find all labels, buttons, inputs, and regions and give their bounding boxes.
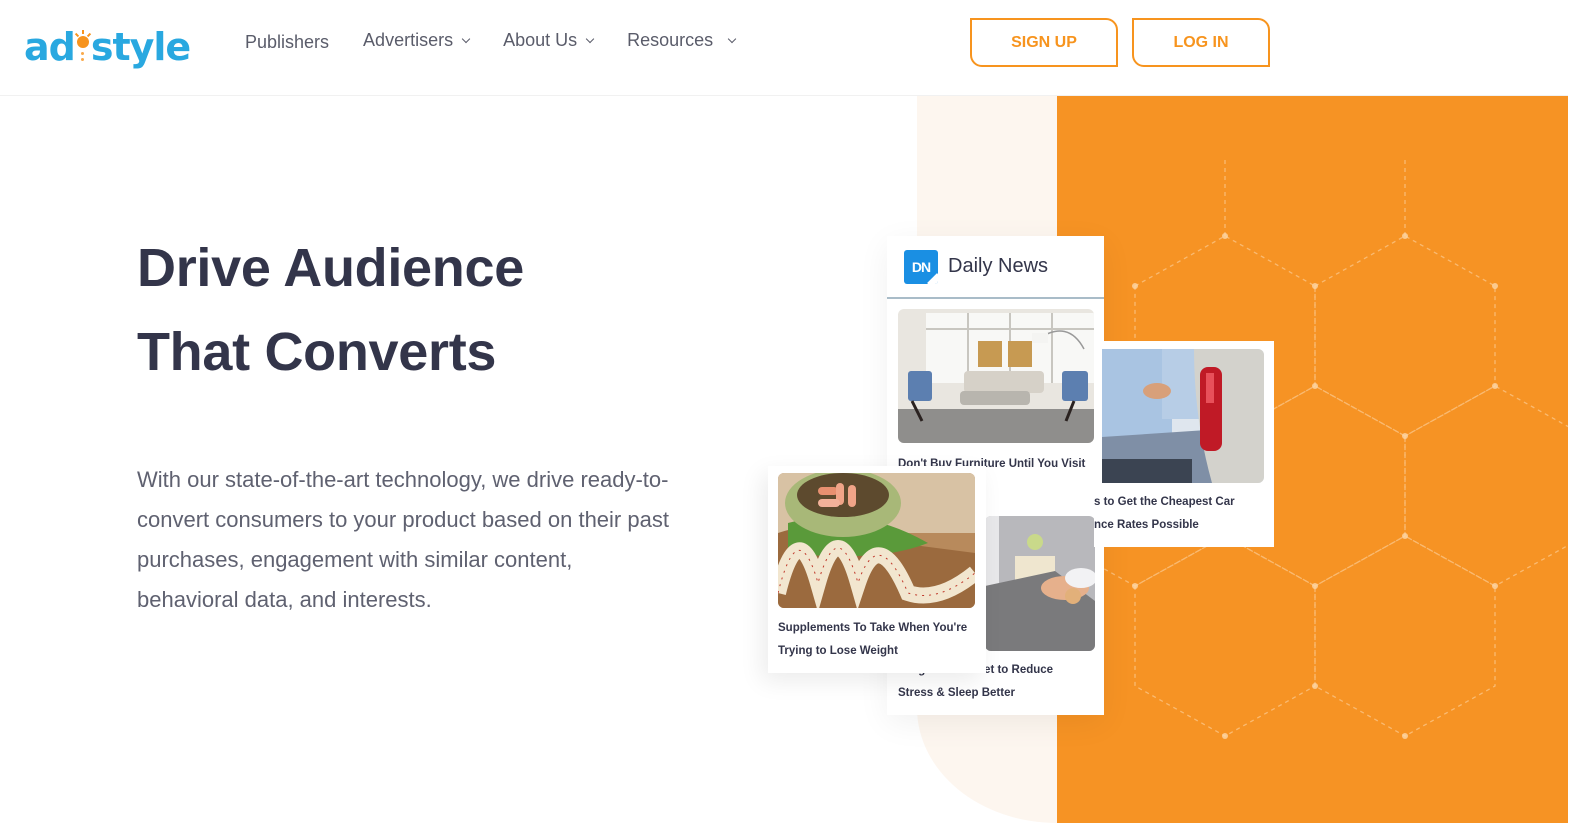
page-right-edge [1568,0,1593,823]
article-title-car: s to Get the Cheapest Car nce Rates Poss… [1094,491,1269,537]
article-card-car[interactable]: s to Get the Cheapest Car nce Rates Poss… [1094,341,1274,547]
article-image-blanket[interactable] [985,516,1095,651]
log-in-button[interactable]: LOG IN [1132,18,1270,67]
article-title-line: Stress & Sleep Better [898,687,1015,699]
nav-about-us[interactable]: About Us [503,30,595,51]
hero-title-line-1: Drive Audience [137,238,524,298]
sign-up-button[interactable]: SIGN UP [970,18,1118,67]
logo-text-left: ad [24,25,76,69]
nav-label: Resources [627,30,714,50]
chevron-down-icon [585,34,595,43]
article-title-line: nce Rates Possible [1094,519,1199,531]
logo-text-right: style [90,25,191,69]
article-title-supplements: Supplements To Take When You're Trying t… [778,617,983,663]
widget-header: DN Daily News [887,236,1104,299]
article-card-supplements[interactable]: Supplements To Take When You're Trying t… [768,466,986,673]
site-header: ad style Publishers Advertisers About Us… [0,0,1568,96]
daily-news-logo-icon: DN [904,249,938,284]
article-title-line: s to Get the Cheapest Car [1094,496,1235,508]
nav-label: About Us [503,30,578,50]
hero-description: With our state-of-the-art technology, we… [137,467,669,612]
nav-label: Advertisers [363,30,454,50]
article-image-supplements [778,473,975,608]
article-title-line: Supplements To Take When You're [778,622,968,634]
sun-arrow-icon [74,30,91,66]
article-title-line: Trying to Lose Weight [778,645,898,657]
nav-resources[interactable]: Resources [627,30,737,51]
publisher-name: Daily News [948,255,1049,277]
hero-title: Drive Audience That Converts [137,226,524,394]
article-image-furniture[interactable] [898,309,1094,443]
nav-advertisers[interactable]: Advertisers [363,30,471,51]
article-image-car [1102,349,1264,483]
main-nav: Publishers Advertisers About Us Resource… [245,28,769,53]
hero-title-line-2: That Converts [137,322,497,382]
nav-publishers[interactable]: Publishers [245,32,329,53]
adstyle-logo[interactable]: ad style [24,14,191,69]
chevron-down-icon [727,34,737,43]
nav-label: Publishers [245,32,330,52]
chevron-down-icon [461,34,471,43]
